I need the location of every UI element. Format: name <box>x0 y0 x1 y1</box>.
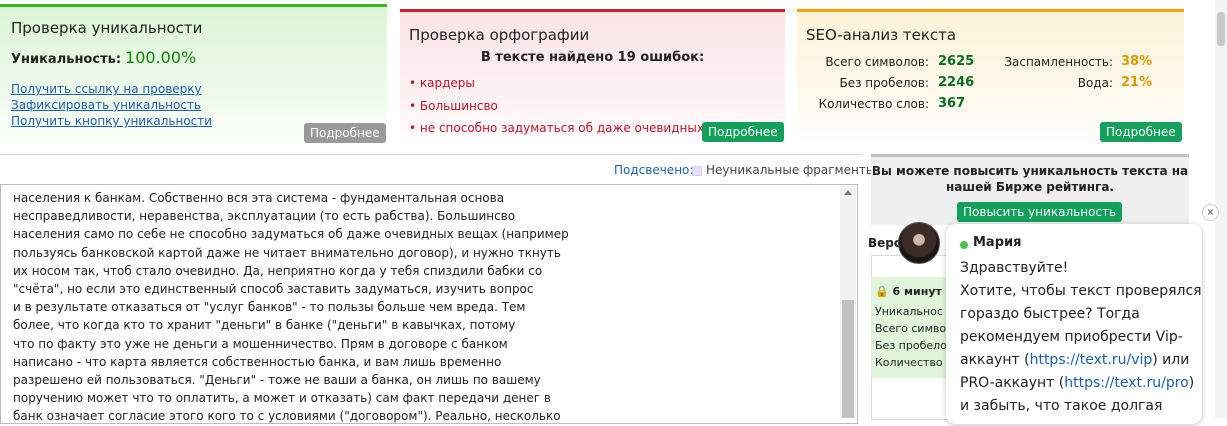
spelling-error-item: не способно задуматься об даже очевидных… <box>409 121 734 135</box>
uniqueness-label: Уникальность: <box>11 52 122 67</box>
highlight-label: Подсвечено: <box>614 163 694 177</box>
version-time: 🔒 6 минут н <box>875 285 953 298</box>
total-chars-value: 2625 <box>938 54 975 69</box>
close-chat-icon[interactable]: × <box>1202 204 1219 221</box>
water-label: Вода: <box>1077 76 1113 90</box>
spelling-error-item: кардеры <box>409 76 475 90</box>
chat-operator-name: Мария <box>973 235 1022 250</box>
chat-line: и забыть, что такое долгая <box>960 398 1163 414</box>
editor-line: что по факту это уже не деньги а мошенни… <box>13 336 508 351</box>
page-scrollbar-thumb[interactable] <box>1217 12 1225 46</box>
promo-text-line: нашей Бирже рейтинга. <box>946 180 1114 194</box>
text-editor[interactable]: населения к банкам. Собственно вся эта с… <box>0 184 858 424</box>
promo-text-line: Вы можете повысить уникальность текста н… <box>871 164 1189 178</box>
editor-line: несправедливости, неравенства, эксплуата… <box>13 209 516 224</box>
promo-box: Вы можете повысить уникальность текста н… <box>871 154 1189 225</box>
editor-line: поручению может что то оплатить, а может… <box>13 391 551 406</box>
editor-line: банк означает согласие этого кого то с у… <box>13 409 561 424</box>
chat-line: Здравствуйте! <box>960 260 1069 276</box>
editor-line: населения само по себе не способно задум… <box>13 227 569 242</box>
vip-link[interactable]: https://text.ru/vip <box>1030 352 1153 368</box>
editor-scrollbar-thumb[interactable] <box>842 300 854 418</box>
seo-panel: SEO-анализ текста Всего символов: 2625 Б… <box>797 9 1184 144</box>
editor-line: их носом так, чтоб стало очевидно. Да, н… <box>13 263 543 278</box>
total-chars-label: Всего символов: <box>825 55 929 69</box>
spelling-panel: Проверка орфографии В тексте найдено 19 … <box>400 9 785 144</box>
chat-line: рекомендуем приобрести Vip- <box>960 329 1183 345</box>
online-status-icon <box>960 241 968 249</box>
get-check-link[interactable]: Получить ссылку на проверку <box>11 82 202 96</box>
chat-text: ) или <box>1152 352 1190 368</box>
version-row: Без пробелов <box>875 339 954 352</box>
chat-text: аккаунт ( <box>960 352 1030 368</box>
spam-label: Заспамленность: <box>1004 55 1113 69</box>
non-unique-swatch <box>692 166 702 176</box>
no-spaces-label: Без пробелов: <box>839 76 929 90</box>
uniqueness-row: Уникальность: 100.00% <box>11 48 196 67</box>
uniqueness-more-button[interactable]: Подробнее <box>304 123 386 143</box>
editor-line: написано - что карта является собственно… <box>13 354 502 369</box>
uniqueness-value: 100.00% <box>125 48 197 67</box>
version-row: Уникальнос <box>875 305 943 318</box>
seo-more-button[interactable]: Подробнее <box>1100 122 1182 142</box>
uniqueness-panel: Проверка уникальности Уникальность: 100.0… <box>0 4 387 144</box>
spelling-summary: В тексте найдено 19 ошибок: <box>480 50 705 65</box>
fix-uniqueness-link[interactable]: Зафиксировать уникальность <box>11 98 201 112</box>
spam-value: 38% <box>1121 54 1153 69</box>
editor-line: более, что когда кто то хранит "деньги" … <box>13 318 516 333</box>
spelling-more-button[interactable]: Подробнее <box>702 122 784 142</box>
chat-text: ) <box>1188 375 1195 391</box>
editor-line: и в результате отказаться от "услуг банк… <box>13 300 526 315</box>
get-uniqueness-button-link[interactable]: Получить кнопку уникальности <box>11 114 212 128</box>
operator-avatar <box>898 222 940 264</box>
spelling-title: Проверка орфографии <box>409 26 590 44</box>
words-label: Количество слов: <box>818 97 929 111</box>
chat-line: PRO-аккаунт (https://text.ru/pro) <box>960 372 1202 395</box>
editor-line: пользуясь банковской картой даже не чита… <box>13 245 561 260</box>
seo-title: SEO-анализ текста <box>806 26 957 44</box>
editor-line: населения к банкам. Собственно вся эта с… <box>13 191 505 205</box>
chat-text: PRO-аккаунт ( <box>960 375 1065 391</box>
highlight-legend: Неуникальные фрагменты <box>706 163 876 177</box>
raise-uniqueness-button[interactable]: Повысить уникальность <box>957 202 1123 222</box>
uniqueness-title: Проверка уникальности <box>11 19 203 37</box>
scroll-up-arrow-icon[interactable] <box>844 190 852 195</box>
version-time-text: 6 минут н <box>892 285 954 298</box>
pro-link[interactable]: https://text.ru/pro <box>1064 375 1189 391</box>
chat-message: Здравствуйте! Хотите, чтобы текст провер… <box>960 257 1202 418</box>
editor-line: разрешено ей пользоваться. "Деньги" - то… <box>13 373 541 388</box>
words-value: 367 <box>938 96 966 111</box>
editor-text[interactable]: населения к банкам. Собственно вся эта с… <box>13 189 569 426</box>
chat-line: аккаунт (https://text.ru/vip) или <box>960 349 1202 372</box>
spelling-error-item: Большинсво <box>409 99 498 113</box>
water-value: 21% <box>1121 75 1153 90</box>
chat-line: гораздо быстрее? Тогда <box>960 306 1140 322</box>
versions-title: Верс <box>868 236 901 250</box>
promo-text: Вы можете повысить уникальность текста н… <box>871 163 1189 195</box>
editor-line: "счёта", но если это единственный способ… <box>13 282 534 297</box>
chat-line: Хотите, чтобы текст проверялся <box>960 283 1202 299</box>
no-spaces-value: 2246 <box>938 75 975 90</box>
section-divider <box>0 154 862 155</box>
lock-icon: 🔒 <box>875 285 889 298</box>
